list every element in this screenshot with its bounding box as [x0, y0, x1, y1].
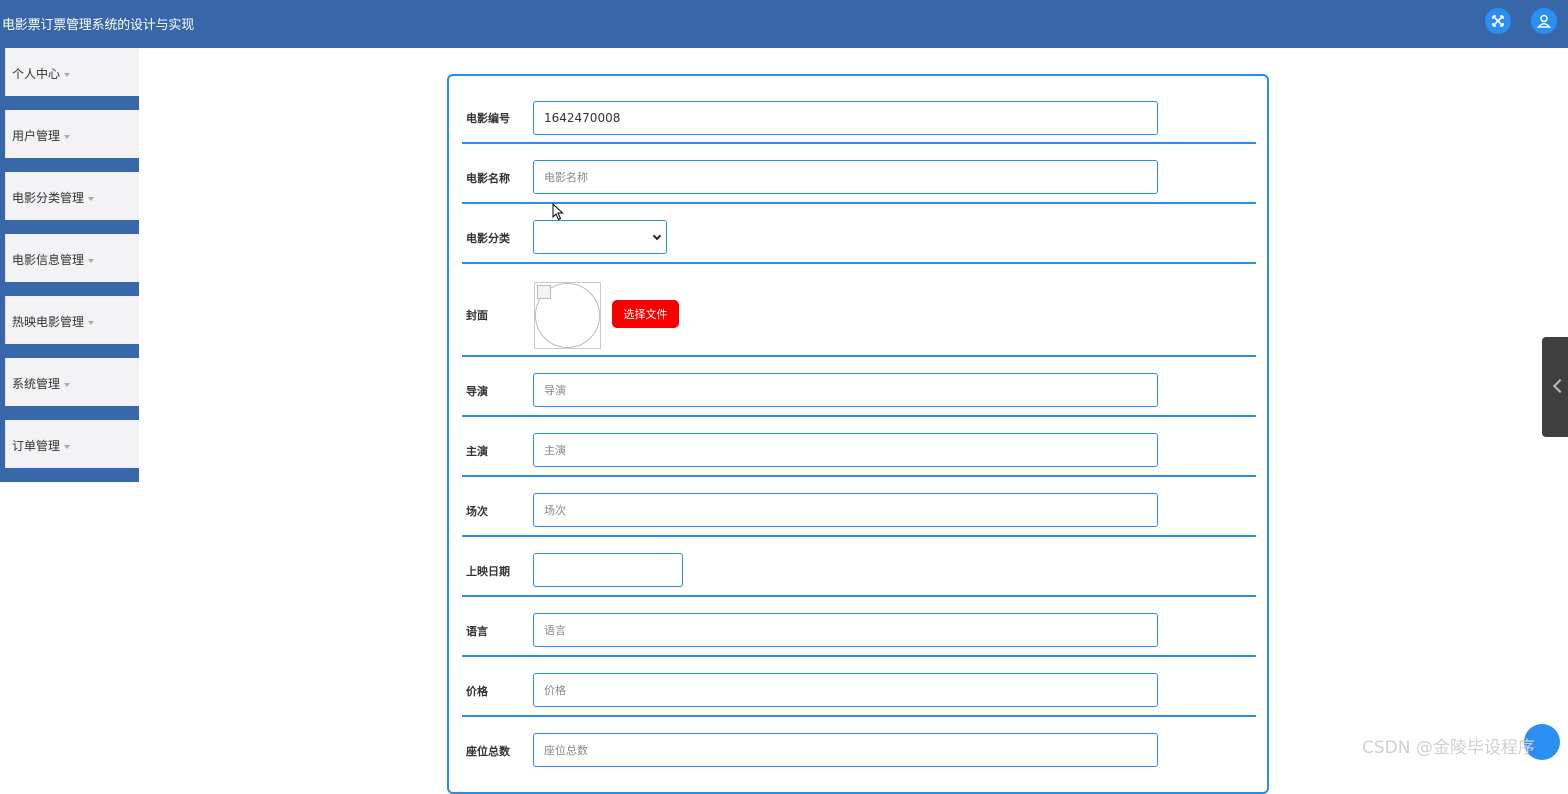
price-input[interactable]: 价格: [533, 673, 1158, 707]
movie-id-label: 电影编号: [466, 112, 510, 125]
release-date-label: 上映日期: [466, 565, 510, 578]
side-panel-toggle[interactable]: [1542, 337, 1568, 437]
form-row-session: 场次 场次: [462, 477, 1256, 537]
movie-name-label: 电影名称: [466, 172, 510, 185]
caret-down-icon: [64, 134, 71, 139]
form-row-release-date: 上映日期: [462, 537, 1256, 597]
form-row-cast: 主演 主演: [462, 417, 1256, 477]
cover-image-preview: [534, 282, 601, 349]
sidebar-item-user-management[interactable]: 用户管理: [0, 110, 139, 172]
category-label: 电影分类: [466, 232, 510, 245]
broken-image-icon: [537, 285, 551, 299]
language-label: 语言: [466, 625, 488, 638]
sidebar-item-label: 热映电影管理: [12, 313, 95, 330]
sidebar-item-band: [0, 96, 139, 110]
caret-down-icon: [88, 320, 95, 325]
sidebar-item-order-management[interactable]: 订单管理: [0, 420, 139, 482]
caret-down-icon: [64, 382, 71, 387]
form-row-director: 导演 导演: [462, 357, 1256, 417]
caret-down-icon: [64, 444, 71, 449]
sidebar-item-category-management[interactable]: 电影分类管理: [0, 172, 139, 234]
language-input[interactable]: 语言: [533, 613, 1158, 647]
session-input[interactable]: 场次: [533, 493, 1158, 527]
sidebar-item-band: [0, 158, 139, 172]
sidebar-item-band: [0, 468, 139, 482]
form-row-language: 语言 语言: [462, 597, 1256, 657]
choose-file-button[interactable]: 选择文件: [612, 300, 679, 328]
fullscreen-button[interactable]: [1485, 8, 1511, 34]
director-input[interactable]: 导演: [533, 373, 1158, 407]
expand-icon: [1492, 15, 1504, 27]
sidebar: 个人中心 用户管理 电影分类管理 电影信息管理 热映电影管理 系统管理 订单管理: [0, 48, 139, 482]
form-row-category: 电影分类: [462, 204, 1256, 264]
form-row-seats: 座位总数 座位总数: [462, 717, 1256, 777]
price-label: 价格: [466, 685, 488, 698]
mouse-cursor-icon: [552, 203, 564, 221]
cast-label: 主演: [466, 445, 488, 458]
caret-down-icon: [88, 196, 95, 201]
sidebar-item-band: [0, 282, 139, 296]
user-menu-button[interactable]: [1531, 8, 1557, 34]
form-row-movie-name: 电影名称 电影名称: [462, 144, 1256, 204]
form-row-movie-id: 电影编号 1642470008: [462, 76, 1256, 144]
chevron-down-icon: [652, 231, 662, 241]
top-navbar: 电影票订票管理系统的设计与实现: [0, 0, 1568, 48]
sidebar-item-label: 订单管理: [12, 437, 71, 454]
cast-input[interactable]: 主演: [533, 433, 1158, 467]
sidebar-item-system-management[interactable]: 系统管理: [0, 358, 139, 420]
chevron-left-icon: [1552, 378, 1568, 394]
sidebar-item-label: 电影信息管理: [12, 251, 95, 268]
watermark: CSDN @金陵毕设程序: [1362, 738, 1535, 758]
session-label: 场次: [466, 505, 488, 518]
movie-form: 电影编号 1642470008 电影名称 电影名称 电影分类 封面 选择文件 导…: [447, 74, 1269, 794]
sidebar-item-band: [0, 344, 139, 358]
sidebar-item-movie-info-management[interactable]: 电影信息管理: [0, 234, 139, 296]
caret-down-icon: [64, 72, 71, 77]
sidebar-item-hot-movie-management[interactable]: 热映电影管理: [0, 296, 139, 358]
category-select[interactable]: [533, 220, 667, 254]
app-title: 电影票订票管理系统的设计与实现: [2, 18, 195, 33]
caret-down-icon: [88, 258, 95, 263]
sidebar-item-personal-center[interactable]: 个人中心: [0, 48, 139, 110]
sidebar-item-band: [0, 220, 139, 234]
form-row-cover: 封面 选择文件: [462, 264, 1256, 357]
cover-label: 封面: [466, 309, 488, 322]
sidebar-item-label: 系统管理: [12, 375, 71, 392]
release-date-input[interactable]: [533, 553, 683, 587]
movie-name-input[interactable]: 电影名称: [533, 160, 1158, 194]
form-row-price: 价格 价格: [462, 657, 1256, 717]
movie-id-input[interactable]: 1642470008: [533, 101, 1158, 135]
sidebar-item-label: 个人中心: [12, 65, 71, 82]
sidebar-item-label: 用户管理: [12, 127, 71, 144]
seats-label: 座位总数: [466, 745, 510, 758]
director-label: 导演: [466, 385, 488, 398]
user-icon: [1537, 14, 1551, 28]
sidebar-item-band: [0, 406, 139, 420]
sidebar-item-label: 电影分类管理: [12, 189, 95, 206]
